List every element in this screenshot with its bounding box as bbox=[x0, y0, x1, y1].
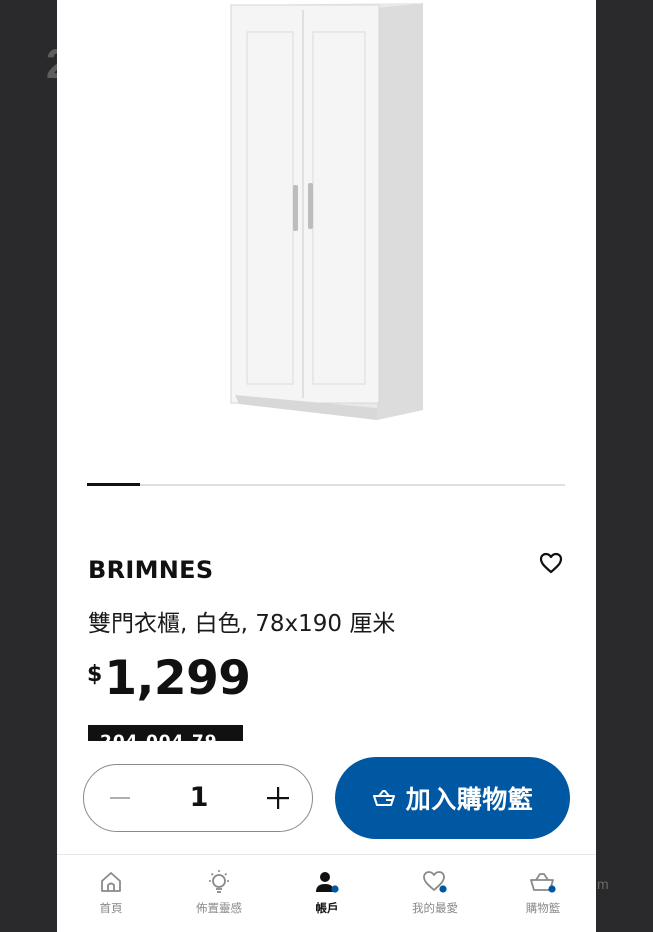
tab-basket-label: 購物籃 bbox=[525, 901, 561, 915]
article-number-badge: 204.004.79 bbox=[88, 725, 243, 741]
image-carousel-indicator bbox=[87, 483, 140, 486]
tab-account[interactable]: 帳戶 bbox=[273, 855, 381, 932]
decrease-quantity-button[interactable] bbox=[90, 765, 150, 830]
tab-inspiration[interactable]: 佈置靈感 bbox=[165, 855, 273, 932]
tab-inspiration-label: 佈置靈感 bbox=[196, 901, 242, 915]
increase-quantity-button[interactable] bbox=[248, 765, 308, 830]
price-amount: 1,299 bbox=[104, 651, 251, 706]
heart-outline-icon bbox=[539, 552, 563, 574]
minus-icon bbox=[110, 796, 130, 799]
heart-icon bbox=[423, 871, 447, 893]
plus-icon bbox=[267, 786, 289, 809]
account-icon bbox=[316, 872, 339, 893]
tab-home[interactable]: 首頁 bbox=[57, 855, 165, 932]
tab-home-label: 首頁 bbox=[99, 901, 123, 915]
quantity-value[interactable]: 1 bbox=[164, 765, 234, 830]
tab-favorites-label: 我的最愛 bbox=[412, 901, 458, 915]
add-to-cart-button[interactable]: 加入購物籃 bbox=[335, 757, 570, 839]
cart-icon bbox=[372, 790, 395, 806]
quantity-stepper: 1 bbox=[83, 764, 313, 832]
shopping-basket-icon bbox=[530, 873, 556, 893]
article-number: 204.004.79 bbox=[100, 732, 218, 741]
favorite-button[interactable] bbox=[537, 550, 565, 576]
background-glyph-right: m bbox=[597, 876, 609, 892]
product-price: $ 1,299 bbox=[87, 648, 251, 710]
tab-account-label: 帳戶 bbox=[315, 901, 339, 915]
image-carousel-track[interactable] bbox=[87, 484, 565, 486]
product-page: BRIMNES 雙門衣櫃, 白色, 78x190 厘米 $ 1,299 204.… bbox=[57, 0, 596, 932]
product-image bbox=[230, 3, 423, 420]
bottom-tab-bar: 首頁 佈置靈感 帳戶 我的最愛 購物籃 bbox=[57, 854, 596, 932]
home-icon bbox=[101, 872, 121, 892]
add-to-cart-label: 加入購物籃 bbox=[405, 785, 534, 814]
purchase-bar: 1 加入購物籃 bbox=[57, 744, 596, 854]
product-name: BRIMNES bbox=[88, 556, 214, 584]
tab-basket[interactable]: 購物籃 bbox=[489, 855, 596, 932]
product-description: 雙門衣櫃, 白色, 78x190 厘米 bbox=[88, 611, 396, 637]
lightbulb-icon bbox=[209, 870, 229, 893]
tab-favorites[interactable]: 我的最愛 bbox=[381, 855, 489, 932]
price-currency: $ bbox=[87, 662, 103, 687]
